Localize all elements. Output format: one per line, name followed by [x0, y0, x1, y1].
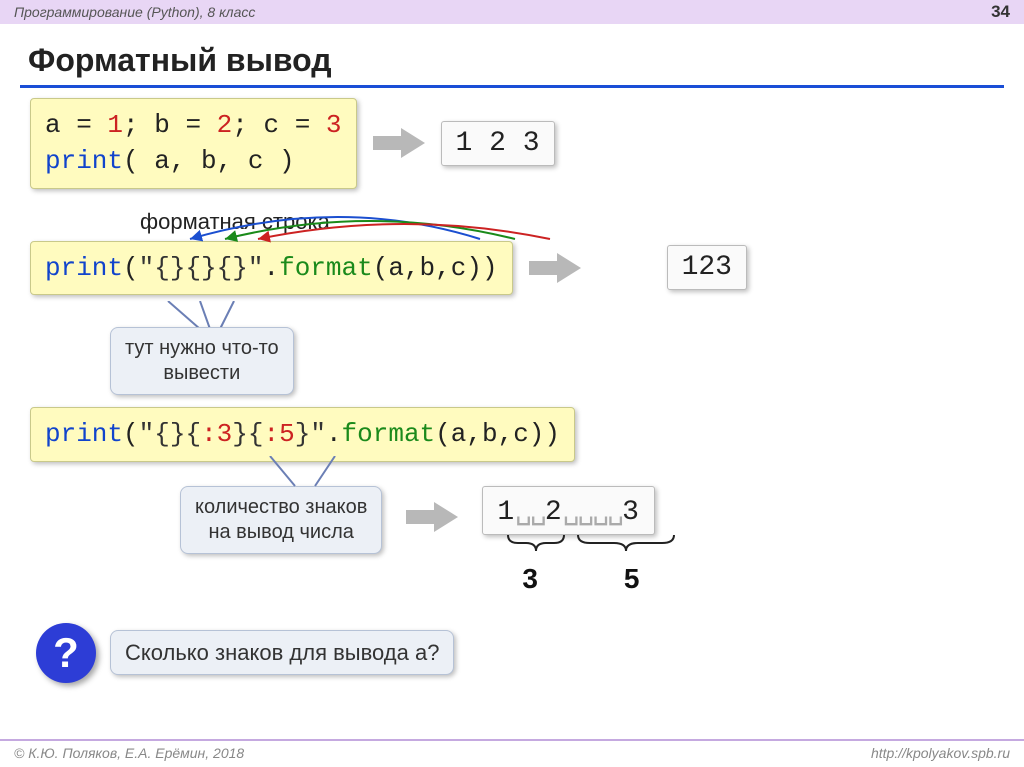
- width-spec-5: :5: [264, 419, 295, 449]
- question-row: ? Сколько знаков для вывода a?: [36, 623, 1004, 683]
- width-label-5: 5: [624, 563, 640, 595]
- content-area: a = 1; b = 2; c = 3 print( a, b, c ) 1 2…: [0, 98, 1024, 683]
- keyword-print: print: [45, 253, 123, 283]
- arrow-icon: [527, 251, 583, 285]
- arrow-icon: [404, 500, 460, 534]
- var-b: b: [154, 110, 170, 140]
- question-text: Сколько знаков для вывода a?: [110, 630, 454, 676]
- method-format: format: [279, 253, 373, 283]
- out3-digit-1: 1: [497, 497, 515, 528]
- format-args: a,b,c: [388, 253, 466, 283]
- code-block-3: print("{}{:3}{:5}".format(a,b,c)): [30, 407, 575, 461]
- val-3: 3: [326, 110, 342, 140]
- out3-digit-3: 3: [622, 497, 640, 528]
- out3-digit-2: 2: [545, 497, 563, 528]
- var-a: a: [45, 110, 61, 140]
- code-block-1: a = 1; b = 2; c = 3 print( a, b, c ): [30, 98, 357, 189]
- out3-pad-5: ␣␣␣␣: [563, 497, 622, 528]
- page-title: Форматный вывод: [0, 24, 1024, 85]
- val-1: 1: [107, 110, 123, 140]
- callout-2-wrap: количество знаков на вывод числа: [180, 486, 382, 554]
- width-braces: [486, 533, 716, 567]
- arrow-icon: [371, 126, 427, 160]
- val-2: 2: [217, 110, 233, 140]
- output-block-1: 1 2 3: [441, 121, 555, 166]
- var-c: c: [264, 110, 280, 140]
- width-spec-3: :3: [201, 419, 232, 449]
- output-block-3: 1␣␣2␣␣␣␣3: [482, 486, 655, 535]
- placeholder-3: {}: [217, 253, 248, 283]
- out3-pad-3: ␣␣: [515, 497, 545, 528]
- callout-1-wrap: тут нужно что-то вывести: [100, 301, 1004, 389]
- footer-copyright: © К.Ю. Поляков, Е.А. Ерёмин, 2018: [14, 745, 244, 761]
- example-2-row: print("{}{}{}".format(a,b,c)) 123: [30, 241, 1004, 295]
- output-block-2: 123: [667, 245, 747, 290]
- output-block-3-wrap: 1␣␣2␣␣␣␣3 3 5: [482, 486, 716, 595]
- footer-url: http://kpolyakov.spb.ru: [871, 745, 1010, 761]
- keyword-print: print: [45, 146, 123, 176]
- placeholder-1: {}: [154, 253, 185, 283]
- method-format: format: [342, 419, 436, 449]
- width-labels-row: 3 5: [522, 563, 716, 595]
- keyword-print: print: [45, 419, 123, 449]
- question-mark-icon: ?: [36, 623, 96, 683]
- example-3-output-row: количество знаков на вывод числа 1␣␣2␣␣␣…: [180, 486, 1004, 595]
- print-args: ( a, b, c ): [123, 146, 295, 176]
- format-string-label: форматная строка: [140, 209, 1004, 235]
- example-1-row: a = 1; b = 2; c = 3 print( a, b, c ) 1 2…: [30, 98, 1004, 189]
- width-label-3: 3: [522, 563, 538, 595]
- header-bar: Программирование (Python), 8 класс 34: [0, 0, 1024, 24]
- callout-explain: тут нужно что-то вывести: [110, 327, 294, 395]
- placeholder-2: {}: [185, 253, 216, 283]
- footer-bar: © К.Ю. Поляков, Е.А. Ерёмин, 2018 http:/…: [0, 739, 1024, 767]
- callout-width: количество знаков на вывод числа: [180, 486, 382, 554]
- format-args: a,b,c: [451, 419, 529, 449]
- code-block-2: print("{}{}{}".format(a,b,c)): [30, 241, 513, 295]
- title-underline: [20, 85, 1004, 88]
- course-title: Программирование (Python), 8 класс: [14, 4, 255, 20]
- example-3-group: print("{}{:3}{:5}".format(a,b,c)) количе…: [20, 407, 1004, 594]
- page-number: 34: [991, 2, 1010, 22]
